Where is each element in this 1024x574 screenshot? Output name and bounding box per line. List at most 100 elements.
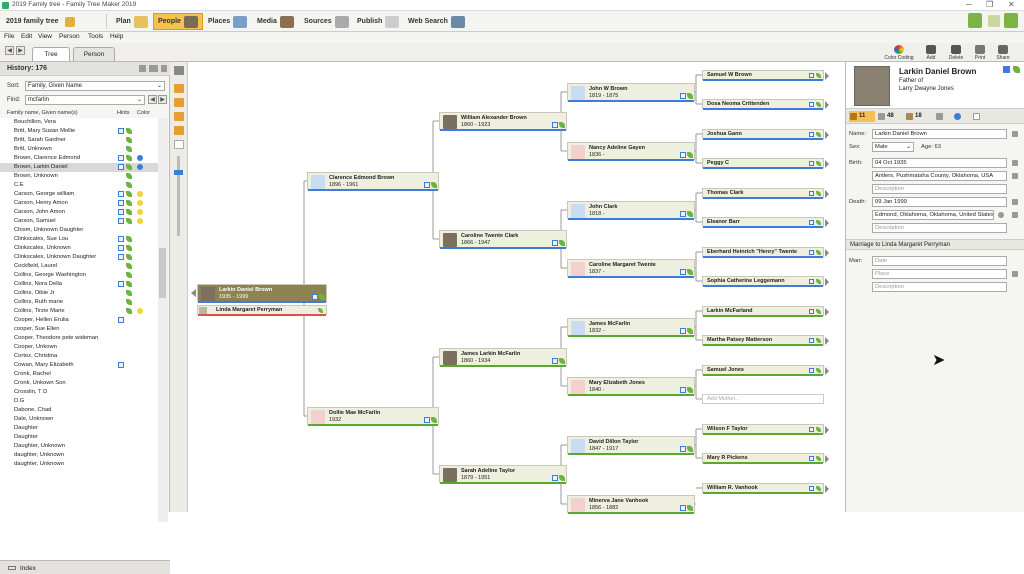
hint-icon[interactable] bbox=[680, 505, 686, 511]
hint-icon[interactable] bbox=[809, 220, 814, 225]
sort-dropdown[interactable]: Family, Given Name ⌄ bbox=[25, 81, 165, 91]
tab-plan[interactable]: Plan bbox=[112, 13, 152, 30]
expand-arrow-icon[interactable] bbox=[825, 101, 829, 109]
find-input[interactable]: mcfarlin ⌄ bbox=[25, 95, 145, 105]
list-item[interactable]: Carson, John Amon bbox=[0, 208, 158, 217]
hint-icon[interactable] bbox=[312, 294, 318, 300]
person-card[interactable]: Minerva Jane Vanhook 1856 - 1882 bbox=[567, 495, 695, 514]
expand-arrow-icon[interactable] bbox=[825, 249, 829, 257]
hint-icon[interactable] bbox=[118, 254, 124, 260]
hint-icon[interactable] bbox=[680, 387, 686, 393]
map-icon[interactable] bbox=[998, 212, 1004, 218]
death-description-field[interactable]: Description bbox=[872, 223, 1007, 233]
leaf-hint-icon[interactable] bbox=[816, 191, 821, 196]
hint-icon[interactable] bbox=[680, 446, 686, 452]
blank-view-icon[interactable] bbox=[174, 140, 184, 149]
list-item[interactable]: Cooper, Theodore pete wideman bbox=[0, 334, 158, 343]
close-button[interactable]: ✕ bbox=[1008, 0, 1015, 9]
leaf-hint-icon[interactable] bbox=[431, 182, 437, 188]
person-card[interactable]: Caroline Twente Clark 1866 - 1947 bbox=[439, 230, 567, 249]
leaf-hint-icon[interactable] bbox=[816, 73, 821, 78]
leaf-hint-icon[interactable] bbox=[126, 191, 132, 197]
column-hints-header[interactable]: Hints bbox=[117, 110, 130, 116]
expand-arrow-icon[interactable] bbox=[825, 308, 829, 316]
hint-icon[interactable] bbox=[809, 250, 814, 255]
tab-publish[interactable]: Publish bbox=[353, 13, 403, 30]
leaf-hint-icon[interactable] bbox=[126, 128, 132, 134]
ancestor-card[interactable]: Thomas Clark bbox=[702, 188, 829, 199]
leaf-hint-icon[interactable] bbox=[126, 218, 132, 224]
ancestor-card[interactable]: Samuel Jones bbox=[702, 365, 829, 376]
marriage-description-field[interactable]: Description bbox=[872, 282, 1007, 292]
ancestor-card[interactable]: Sophia Catherine Leggemann bbox=[702, 276, 829, 287]
tab-people[interactable]: People bbox=[153, 13, 203, 30]
leaf-hint-icon[interactable] bbox=[126, 155, 132, 161]
list-item[interactable]: Brown, Unknown bbox=[0, 172, 158, 181]
notifications-icon[interactable] bbox=[1004, 13, 1018, 28]
expand-arrow-icon[interactable] bbox=[825, 426, 829, 434]
expand-arrow-icon[interactable] bbox=[825, 367, 829, 375]
hint-icon[interactable] bbox=[118, 155, 124, 161]
tab-media-count[interactable]: 18 bbox=[905, 111, 931, 122]
index-options-icon[interactable] bbox=[139, 65, 146, 72]
person-card[interactable]: William Alexander Brown 1860 - 1923 bbox=[439, 112, 567, 131]
birth-sources-icon[interactable] bbox=[1012, 160, 1018, 166]
leaf-hint-icon[interactable] bbox=[126, 290, 132, 296]
list-item[interactable]: Clinkscales, Unknown bbox=[0, 244, 158, 253]
list-item[interactable]: Cowan, Mary Elizabeth bbox=[0, 361, 158, 370]
ancestor-card[interactable]: William R. Vanhook bbox=[702, 483, 829, 494]
list-item[interactable]: Daughter, Unknown bbox=[0, 442, 158, 451]
list-item[interactable]: cooper, Sue Ellen bbox=[0, 325, 158, 334]
hint-icon[interactable] bbox=[118, 209, 124, 215]
view-options-icon[interactable] bbox=[149, 65, 158, 72]
share-button[interactable]: Share bbox=[988, 45, 1018, 61]
tab-web-search[interactable]: Web Search bbox=[404, 13, 469, 30]
hint-icon[interactable] bbox=[552, 122, 558, 128]
expand-arrow-icon[interactable] bbox=[825, 455, 829, 463]
leaf-hint-icon[interactable] bbox=[687, 93, 693, 99]
leaf-hint-icon[interactable] bbox=[816, 427, 821, 432]
list-item[interactable]: Dabone, Chad bbox=[0, 406, 158, 415]
leaf-hint-icon[interactable] bbox=[126, 308, 132, 314]
hint-icon[interactable] bbox=[680, 269, 686, 275]
leaf-hint-icon[interactable] bbox=[126, 272, 132, 278]
hint-icon[interactable] bbox=[809, 338, 814, 343]
expand-arrow-icon[interactable] bbox=[825, 219, 829, 227]
ancestor-card[interactable]: Joshua Gann bbox=[702, 129, 829, 140]
hint-leaf-icon[interactable] bbox=[968, 13, 982, 28]
ancestor-card[interactable]: Mary R Pickens bbox=[702, 453, 829, 464]
birth-description-field[interactable]: Description bbox=[872, 184, 1007, 194]
hint-icon[interactable] bbox=[809, 102, 814, 107]
ancestor-card[interactable]: Eleanor Barr bbox=[702, 217, 829, 228]
find-prev-button[interactable]: ◀ bbox=[148, 95, 157, 104]
hint-icon[interactable] bbox=[809, 427, 814, 432]
person-photo[interactable] bbox=[854, 66, 890, 106]
leaf-hint-icon[interactable] bbox=[816, 368, 821, 373]
leaf-hint-icon[interactable] bbox=[687, 387, 693, 393]
tab-media[interactable]: Media bbox=[253, 13, 298, 30]
person-card[interactable]: Caroline Margaret Twente 1837 - bbox=[567, 259, 695, 278]
descendant-view-icon[interactable] bbox=[174, 112, 184, 121]
hint-icon[interactable] bbox=[552, 475, 558, 481]
sex-dropdown[interactable]: Male ⌄ bbox=[872, 142, 914, 152]
edit-name-icon[interactable] bbox=[1012, 131, 1018, 137]
list-item[interactable]: Collins, George Washington bbox=[0, 271, 158, 280]
list-item[interactable]: Chism, Unknown Daughter bbox=[0, 226, 158, 235]
list-item[interactable]: D.G bbox=[0, 397, 158, 406]
hint-icon[interactable] bbox=[680, 328, 686, 334]
leaf-hint-icon[interactable] bbox=[816, 102, 821, 107]
leaf-hint-icon[interactable] bbox=[816, 456, 821, 461]
hint-icon[interactable] bbox=[809, 279, 814, 284]
leaf-hint-icon[interactable] bbox=[126, 182, 132, 188]
person-card[interactable]: Dollie Mae McFarlin 1932 bbox=[307, 407, 439, 426]
collapse-panel-icon[interactable] bbox=[161, 65, 167, 72]
hint-icon[interactable] bbox=[424, 182, 430, 188]
list-item[interactable]: Carson, Samuel bbox=[0, 217, 158, 226]
leaf-hint-icon[interactable] bbox=[126, 299, 132, 305]
people-list-scrollbar[interactable] bbox=[158, 118, 168, 522]
leaf-hint-icon[interactable] bbox=[687, 328, 693, 334]
list-item[interactable]: Collins, Tirzie Marie bbox=[0, 307, 158, 316]
leaf-hint-icon[interactable] bbox=[126, 173, 132, 179]
list-item[interactable]: Cockfield, Laurel bbox=[0, 262, 158, 271]
relationship-person[interactable]: Larry Dwayne Jones bbox=[899, 86, 954, 92]
